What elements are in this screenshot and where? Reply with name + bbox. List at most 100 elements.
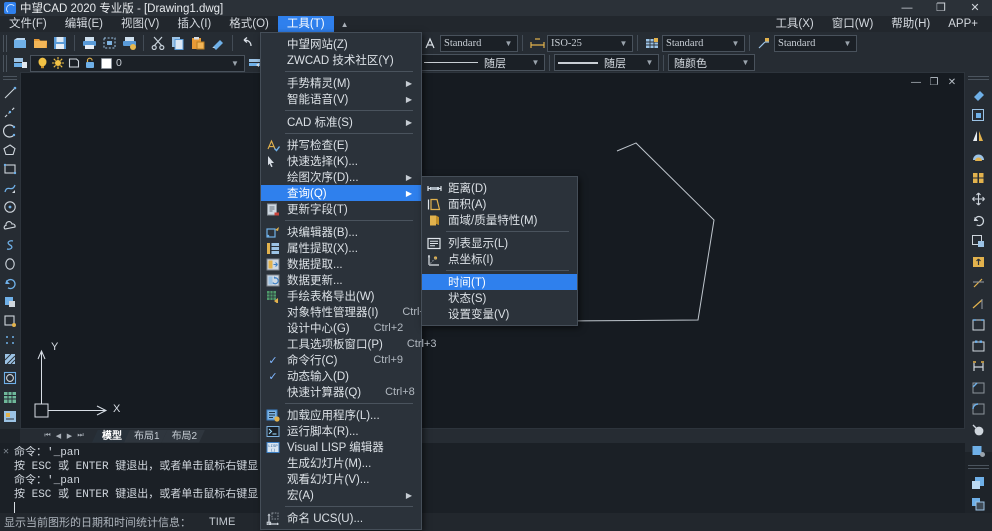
menu-item-中望网站-z-[interactable]: 中望网站(Z) bbox=[261, 36, 421, 52]
window-close-button[interactable]: ✕ bbox=[958, 0, 992, 16]
menu-express-tools[interactable]: 工具(X) bbox=[766, 16, 822, 32]
menu-item-命令行-c-[interactable]: ✓命令行(C)Ctrl+9 bbox=[261, 352, 421, 368]
explode-icon[interactable] bbox=[968, 420, 990, 440]
chevron-down-icon[interactable]: ▼ bbox=[842, 39, 853, 48]
menu-item-宏-a-[interactable]: 宏(A)▶ bbox=[261, 487, 421, 503]
tab-nav-prev-icon[interactable]: ◀ bbox=[53, 431, 64, 442]
layer-color-swatch[interactable] bbox=[101, 58, 112, 69]
menu-item-状态-s-[interactable]: 状态(S) bbox=[422, 290, 577, 306]
chevron-down-icon[interactable]: ▼ bbox=[503, 39, 514, 48]
menu-item-数据更新-[interactable]: 数据更新... bbox=[261, 272, 421, 288]
scale-icon[interactable] bbox=[968, 231, 990, 251]
chevron-down-icon[interactable]: ▼ bbox=[229, 59, 241, 68]
ellipse-icon[interactable] bbox=[1, 255, 19, 273]
ray-icon[interactable] bbox=[1, 103, 19, 121]
menu-file[interactable]: 文件(F) bbox=[0, 16, 56, 32]
print-preview-icon[interactable] bbox=[100, 34, 118, 52]
layer-lock-frame-icon[interactable] bbox=[67, 56, 81, 70]
menu-item-命名-ucs-u-[interactable]: 命名 UCS(U)... bbox=[261, 510, 421, 526]
toolbar-grip[interactable] bbox=[3, 55, 8, 72]
menu-item-快速选择-k-[interactable]: 快速选择(K)... bbox=[261, 153, 421, 169]
point-icon[interactable] bbox=[1, 331, 19, 349]
spline-icon[interactable] bbox=[1, 179, 19, 197]
menu-item-查询-q-[interactable]: 查询(Q)▶ bbox=[261, 185, 421, 201]
copy-object-icon[interactable] bbox=[968, 105, 990, 125]
menu-item-属性提取-x-[interactable]: 属性提取(X)... bbox=[261, 240, 421, 256]
send-to-back-icon[interactable] bbox=[968, 494, 990, 514]
menu-item-zwcad-技术社区-y-[interactable]: ZWCAD 技术社区(Y) bbox=[261, 52, 421, 68]
polygon-icon[interactable] bbox=[1, 141, 19, 159]
menu-item-数据提取-[interactable]: 数据提取... bbox=[261, 256, 421, 272]
menu-tools[interactable]: 工具(T) bbox=[278, 16, 334, 32]
menu-insert[interactable]: 插入(I) bbox=[168, 16, 220, 32]
menu-item-时间-t-[interactable]: 时间(T) bbox=[422, 274, 577, 290]
menu-item-观看幻灯片-v-[interactable]: 观看幻灯片(V)... bbox=[261, 471, 421, 487]
menu-item-快速计算器-q-[interactable]: 快速计算器(Q)Ctrl+8 bbox=[261, 384, 421, 400]
toolbar-grip[interactable] bbox=[968, 76, 989, 81]
layer-control-combo[interactable]: 0 ▼ bbox=[30, 55, 245, 72]
command-window-close-icon[interactable]: ✕ bbox=[3, 446, 9, 458]
text-block-icon[interactable] bbox=[1, 407, 19, 425]
mirror-icon[interactable] bbox=[968, 126, 990, 146]
layout-tab-model[interactable]: 模型 bbox=[92, 430, 130, 443]
color-control-combo[interactable]: 随层 ▼ bbox=[420, 54, 545, 71]
chevron-down-icon[interactable]: ▼ bbox=[618, 39, 629, 48]
rotate-icon[interactable] bbox=[968, 210, 990, 230]
menu-edit[interactable]: 编辑(E) bbox=[56, 16, 112, 32]
layout-tab-layout2[interactable]: 布局2 bbox=[162, 430, 206, 443]
menu-window[interactable]: 窗口(W) bbox=[823, 16, 883, 32]
table-icon[interactable] bbox=[1, 388, 19, 406]
layer-on-bulb-icon[interactable] bbox=[35, 56, 49, 70]
table-style-icon[interactable] bbox=[643, 34, 661, 52]
text-style-icon[interactable] bbox=[421, 34, 439, 52]
extend-icon[interactable] bbox=[968, 294, 990, 314]
save-file-icon[interactable] bbox=[51, 34, 69, 52]
menu-item-设计中心-g-[interactable]: 设计中心(G)Ctrl+2 bbox=[261, 320, 421, 336]
join-icon[interactable] bbox=[968, 357, 990, 377]
chamfer-icon[interactable] bbox=[968, 378, 990, 398]
menu-view[interactable]: 视图(V) bbox=[112, 16, 168, 32]
menu-item-cad-标准-s-[interactable]: CAD 标准(S)▶ bbox=[261, 114, 421, 130]
line-icon[interactable] bbox=[1, 84, 19, 102]
revision-arc-icon[interactable] bbox=[1, 274, 19, 292]
erase-icon[interactable] bbox=[968, 84, 990, 104]
window-maximize-button[interactable]: ❐ bbox=[924, 0, 958, 16]
layer-freeze-sun-icon[interactable] bbox=[51, 56, 65, 70]
layer-manager-icon[interactable] bbox=[11, 54, 29, 72]
menu-item-加载应用程序-l-[interactable]: 加载应用程序(L)... bbox=[261, 407, 421, 423]
linetype-control-combo[interactable]: 随层 ▼ bbox=[554, 54, 659, 71]
make-block-icon[interactable] bbox=[1, 312, 19, 330]
polyline-s-icon[interactable] bbox=[1, 236, 19, 254]
chevron-down-icon[interactable]: ▼ bbox=[730, 39, 741, 48]
command-window[interactable]: ✕ 命令：'_pan 按 ESC 或 ENTER 键退出，或者单击鼠标右键显 命… bbox=[0, 443, 965, 513]
new-file-icon[interactable] bbox=[11, 34, 29, 52]
menu-item-手势精灵-m-[interactable]: 手势精灵(M)▶ bbox=[261, 75, 421, 91]
rectangle-icon[interactable] bbox=[1, 160, 19, 178]
chevron-down-icon[interactable]: ▼ bbox=[644, 58, 655, 67]
hatch-icon[interactable] bbox=[1, 350, 19, 368]
menu-item-运行脚本-r-[interactable]: 运行脚本(R)... bbox=[261, 423, 421, 439]
array-icon[interactable] bbox=[968, 168, 990, 188]
chevron-down-icon[interactable]: ▼ bbox=[530, 58, 541, 67]
menu-item-距离-d-[interactable]: 距离(D) bbox=[422, 180, 577, 196]
menu-item-动态输入-d-[interactable]: ✓动态输入(D) bbox=[261, 368, 421, 384]
offset-icon[interactable] bbox=[968, 147, 990, 167]
menu-item-智能语音-v-[interactable]: 智能语音(V)▶ bbox=[261, 91, 421, 107]
query-submenu-popup[interactable]: 距离(D)面积(A)面域/质量特性(M)列表显示(L)点坐标(I)时间(T)状态… bbox=[421, 176, 578, 326]
menu-item-块编辑器-b-[interactable]: 块编辑器(B)... bbox=[261, 224, 421, 240]
matchprop-icon[interactable] bbox=[209, 34, 227, 52]
circle-center-icon[interactable] bbox=[1, 198, 19, 216]
toolbar-grip[interactable] bbox=[968, 465, 989, 470]
menu-item-工具选项板窗口-p-[interactable]: 工具选项板窗口(P)Ctrl+3 bbox=[261, 336, 421, 352]
menu-item-点坐标-i-[interactable]: 点坐标(I) bbox=[422, 251, 577, 267]
table-style-combo[interactable]: Standard ▼ bbox=[662, 35, 745, 52]
menu-app-plus[interactable]: APP+ bbox=[939, 16, 992, 32]
menu-item-绘图次序-d-[interactable]: 绘图次序(D)...▶ bbox=[261, 169, 421, 185]
bring-to-front-icon[interactable] bbox=[968, 473, 990, 493]
copy-icon[interactable] bbox=[169, 34, 187, 52]
menu-item-面域-质量特性-m-[interactable]: 面域/质量特性(M) bbox=[422, 212, 577, 228]
mleader-style-combo[interactable]: Standard ▼ bbox=[774, 35, 857, 52]
layer-lock-icon[interactable] bbox=[83, 56, 97, 70]
menu-item-生成幻灯片-m-[interactable]: 生成幻灯片(M)... bbox=[261, 455, 421, 471]
stretch-icon[interactable] bbox=[968, 252, 990, 272]
